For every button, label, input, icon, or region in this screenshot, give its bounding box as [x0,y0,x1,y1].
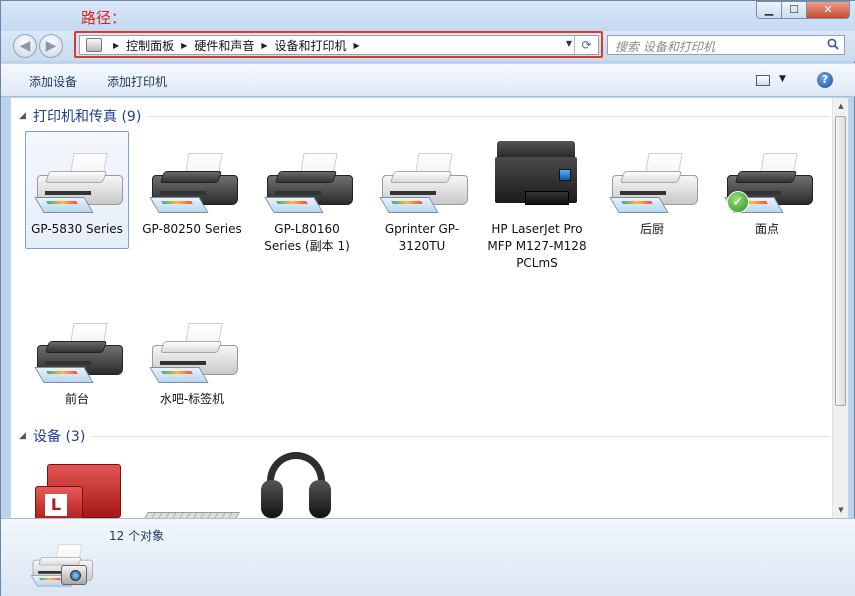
collapse-arrow-icon[interactable]: ◢ [19,111,33,121]
minimize-button[interactable]: ▁ [756,1,782,19]
search-box[interactable]: 搜索 设备和打印机 [607,35,845,55]
printer-label: 水吧-标签机 [159,392,225,406]
window: 路径： ▁ ☐ ✕ ◀ ▶ ▶ 控制面板 ▶ 硬件和声音 ▶ 设备和打印机 ▶ … [0,0,855,596]
add-printer-button[interactable]: 添加打印机 [107,73,167,90]
close-button[interactable]: ✕ [806,1,850,19]
devices-list: ◢ 打印机和传真 (9) GP-5830 Series GP-80250 Ser… [11,98,832,518]
title-bar: 路径： ▁ ☐ ✕ [1,1,855,31]
command-bar: 添加设备 添加打印机 ▼ ? [1,63,855,97]
search-placeholder: 搜索 设备和打印机 [615,40,715,54]
printer-label: HP LaserJet Pro MFP M127-M128 PCLmS [487,222,587,270]
printer-icon: ✓ [719,131,815,221]
multifunction-printer-icon [489,131,585,221]
group-header-printers[interactable]: ◢ 打印机和传真 (9) [19,106,829,126]
printer-item[interactable]: ✓ 面点 [715,131,819,238]
printer-item[interactable]: Gprinter GP-3120TU [370,131,474,255]
printer-label: GP-5830 Series [31,222,123,236]
scroll-up-arrow-icon[interactable]: ▲ [833,98,849,114]
vertical-scrollbar[interactable]: ▲ ▼ [832,98,848,518]
group-title-printers: 打印机和传真 (9) [33,109,142,125]
forward-button[interactable]: ▶ [39,34,63,58]
printer-icon [259,131,355,221]
printer-label: Gprinter GP-3120TU [384,222,460,253]
path-annotation: 路径： [81,9,127,27]
printer-item[interactable]: HP LaserJet Pro MFP M127-M128 PCLmS [485,131,589,272]
details-pane: 12 个对象 [1,518,855,596]
device-logo-letter: L [45,494,67,516]
view-options-dropdown-icon[interactable]: ▼ [779,74,786,84]
printer-icon [29,301,125,391]
devices-printers-icon [27,529,93,591]
path-highlight-box [74,31,603,58]
printer-item[interactable]: 水吧-标签机 [140,301,244,408]
printer-icon [144,301,240,391]
object-count: 12 个对象 [109,529,165,543]
scroll-down-arrow-icon[interactable]: ▼ [833,502,849,518]
printer-label: 后厨 [639,222,664,236]
collapse-arrow-icon[interactable]: ◢ [19,431,33,441]
printer-label: GP-80250 Series [142,222,242,236]
monitor-device-icon[interactable]: L [35,464,121,518]
group-divider [93,435,829,437]
window-controls: ▁ ☐ ✕ [756,1,850,19]
help-icon[interactable]: ? [817,72,833,88]
printer-icon [374,131,470,221]
change-view-icon[interactable] [756,75,770,86]
back-button[interactable]: ◀ [13,34,37,58]
headphones-device-icon[interactable] [261,452,331,518]
group-header-devices[interactable]: ◢ 设备 (3) [19,426,829,446]
group-divider [149,115,829,117]
printer-item[interactable]: GP-5830 Series [25,131,129,249]
default-printer-check-icon: ✓ [727,191,749,213]
search-icon[interactable] [827,38,839,50]
printer-icon [29,131,125,221]
printer-icon [604,131,700,221]
printer-icon [144,131,240,221]
maximize-button[interactable]: ☐ [781,1,807,19]
group-title-devices: 设备 (3) [33,429,86,445]
printer-label: 面点 [754,222,779,236]
add-device-button[interactable]: 添加设备 [29,73,77,90]
printer-label: 前台 [64,392,89,406]
printer-item[interactable]: 后厨 [600,131,704,238]
scrollbar-thumb[interactable] [835,116,846,406]
printer-item[interactable]: GP-L80160 Series (副本 1) [255,131,359,255]
printer-label: GP-L80160 Series (副本 1) [264,222,350,253]
printer-item[interactable]: 前台 [25,301,129,408]
printer-item[interactable]: GP-80250 Series [140,131,244,238]
